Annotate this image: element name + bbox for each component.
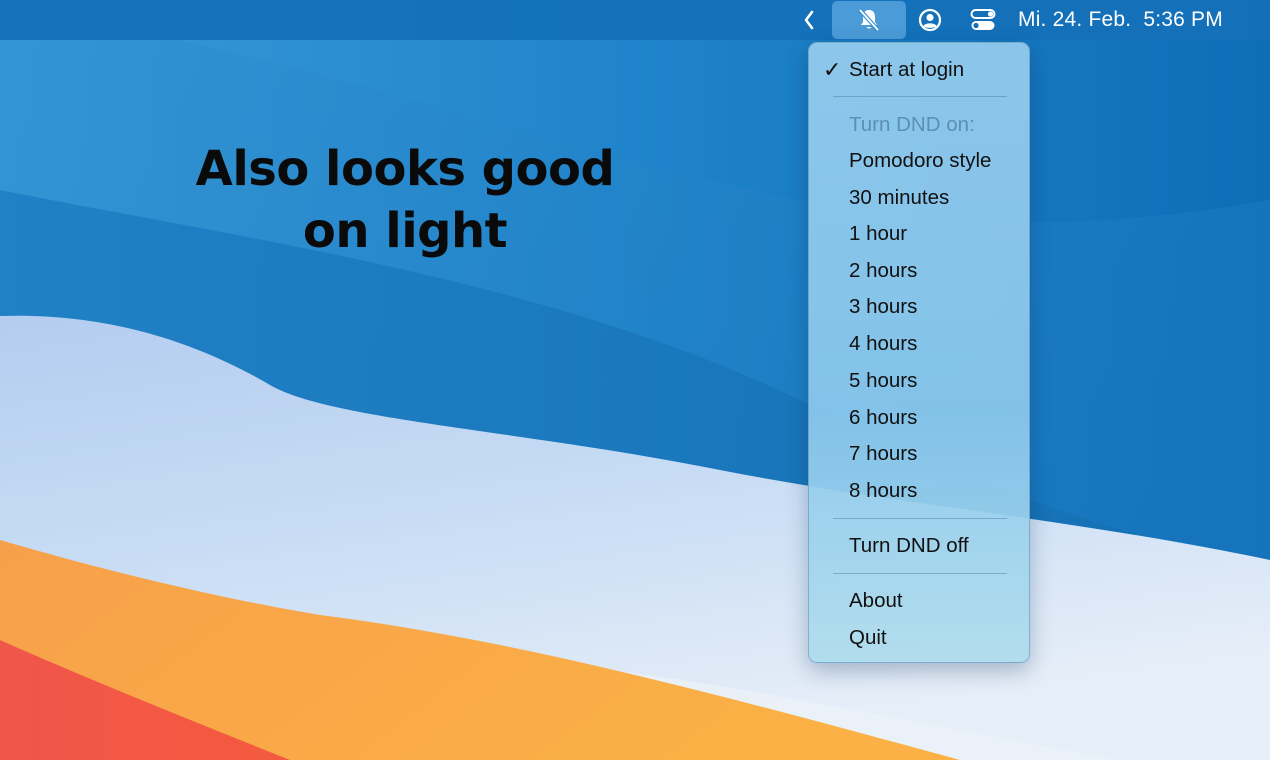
user-account-menu[interactable] xyxy=(912,0,948,40)
chevron-left-icon xyxy=(804,10,814,30)
dnd-status-item[interactable] xyxy=(832,1,906,39)
menu-item-label: Start at login xyxy=(849,58,965,81)
menu-item-pomodoro[interactable]: Pomodoro style xyxy=(809,143,1029,179)
menu-item-1-hour[interactable]: 1 hour xyxy=(809,216,1029,252)
headline-line-1: Also looks good xyxy=(195,141,615,197)
menu-item-5-hours[interactable]: 5 hours xyxy=(809,363,1029,399)
user-circle-icon xyxy=(918,8,942,32)
desktop: Mi. 24. Feb. 5:36 PM Also looks good on … xyxy=(0,0,1270,760)
menu-separator xyxy=(833,573,1007,574)
wallpaper xyxy=(0,0,1270,760)
menu-separator xyxy=(833,96,1007,97)
menu-item-start-at-login[interactable]: ✓ Start at login xyxy=(809,52,1029,88)
menu-item-30-minutes[interactable]: 30 minutes xyxy=(809,180,1029,216)
menu-bar: Mi. 24. Feb. 5:36 PM xyxy=(0,0,1270,40)
dnd-dropdown-menu: ✓ Start at login Turn DND on: Pomodoro s… xyxy=(808,42,1030,663)
menu-bar-overflow-button[interactable] xyxy=(796,0,822,40)
menu-item-6-hours[interactable]: 6 hours xyxy=(809,400,1029,436)
menu-item-7-hours[interactable]: 7 hours xyxy=(809,436,1029,472)
menu-separator xyxy=(833,518,1007,519)
menu-item-4-hours[interactable]: 4 hours xyxy=(809,326,1029,362)
menu-item-quit[interactable]: Quit xyxy=(809,620,1029,656)
checkmark-icon: ✓ xyxy=(823,57,842,82)
menu-section-header: Turn DND on: xyxy=(849,113,975,136)
bell-slash-icon xyxy=(858,8,880,32)
headline: Also looks good on light xyxy=(150,138,660,262)
menu-bar-clock[interactable]: Mi. 24. Feb. 5:36 PM xyxy=(1018,0,1248,40)
control-center-icon xyxy=(970,9,996,30)
menu-item-8-hours[interactable]: 8 hours xyxy=(809,473,1029,509)
menu-item-about[interactable]: About xyxy=(809,583,1029,619)
control-center-button[interactable] xyxy=(962,0,1004,40)
headline-line-2: on light xyxy=(302,203,508,259)
menu-item-3-hours[interactable]: 3 hours xyxy=(809,289,1029,325)
menu-item-2-hours[interactable]: 2 hours xyxy=(809,253,1029,289)
menu-item-turn-dnd-off[interactable]: Turn DND off xyxy=(809,528,1029,564)
